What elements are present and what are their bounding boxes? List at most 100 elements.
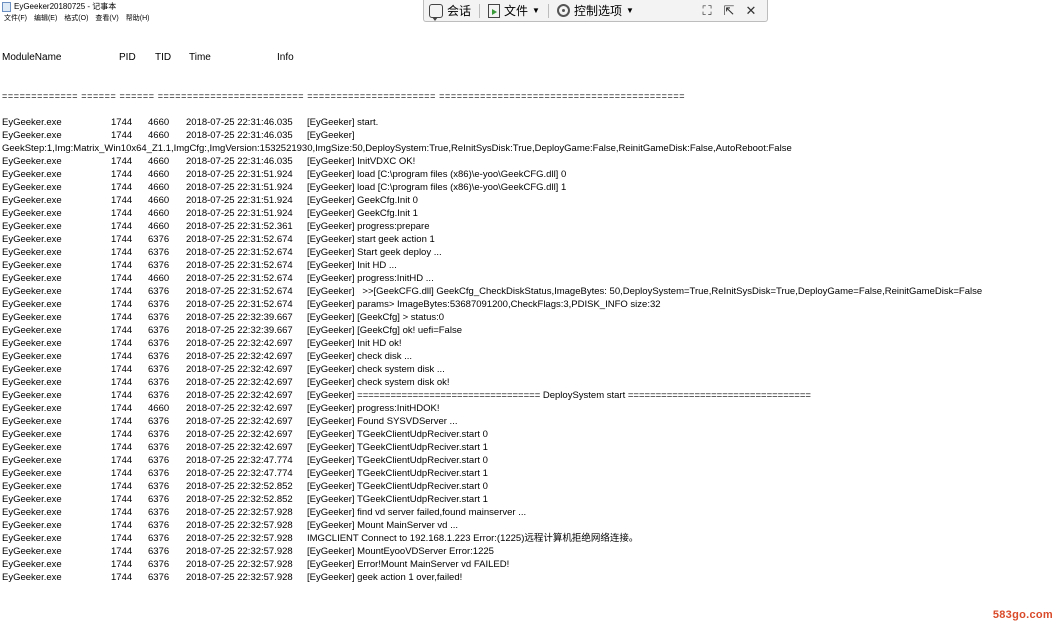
log-time: 2018-07-25 22:31:51.924 — [186, 195, 293, 206]
log-row: EyGeeker.exe 1744 6376 2018-07-25 22:32:57.… — [2, 545, 494, 558]
log-module: EyGeeker.exe — [2, 494, 62, 505]
toolbar-divider — [479, 3, 481, 18]
menu-edit[interactable]: 编辑(E) — [34, 13, 57, 25]
log-info: [EyGeeker] Error!Mount MainServer vd FAI… — [307, 559, 510, 570]
log-time: 2018-07-25 22:31:52.674 — [186, 234, 293, 245]
log-pid: 1744 — [111, 156, 133, 167]
log-pid: 1744 — [111, 234, 133, 245]
log-time: 2018-07-25 22:31:52.361 — [186, 221, 293, 232]
log-module: EyGeeker.exe — [2, 221, 62, 232]
log-info: [EyGeeker] TGeekClientUdpReciver.start 0 — [307, 455, 488, 466]
menu-bar: 文件(F) 编辑(E) 格式(O) 查看(V) 帮助(H) — [0, 13, 152, 25]
close-button[interactable]: ✕ — [741, 1, 761, 21]
log-info: [EyGeeker] load [C:\program files (x86)\… — [307, 182, 567, 193]
log-info: [EyGeeker] check disk ... — [307, 351, 413, 362]
log-row: EyGeeker.exe 1744 6376 2018-07-25 22:32:42.… — [2, 376, 450, 389]
log-module: EyGeeker.exe — [2, 130, 62, 141]
log-info: [EyGeeker] start. — [307, 117, 379, 128]
fit-screen-button[interactable]: ⛶ — [697, 1, 717, 21]
log-module: EyGeeker.exe — [2, 169, 62, 180]
log-row: EyGeeker.exe 1744 4660 2018-07-25 22:32:42.… — [2, 402, 440, 415]
log-time: 2018-07-25 22:32:57.928 — [186, 507, 293, 518]
notepad-text-area[interactable]: ModuleName PID TID Time Info ===========… — [2, 25, 982, 584]
menu-file[interactable]: 文件(F) — [4, 13, 27, 25]
log-info: [EyGeeker] MountEyooVDServer Error:1225 — [307, 546, 494, 557]
header-pid: PID — [119, 52, 136, 63]
log-time: 2018-07-25 22:32:39.667 — [186, 325, 293, 336]
menu-view[interactable]: 查看(V) — [95, 13, 118, 25]
log-time: 2018-07-25 22:32:57.928 — [186, 546, 293, 557]
log-tid: 6376 — [148, 299, 170, 310]
log-tid: 6376 — [148, 481, 170, 492]
chevron-down-icon: ▼ — [532, 6, 540, 15]
fit-screen-icon: ⛶ — [702, 2, 712, 18]
log-module: EyGeeker.exe — [2, 442, 62, 453]
log-info: [EyGeeker] progress:InitHD ... — [307, 273, 434, 284]
log-tid: 6376 — [148, 507, 170, 518]
log-module: EyGeeker.exe — [2, 208, 62, 219]
chat-label: 会话 — [447, 4, 472, 18]
log-pid: 1744 — [111, 299, 133, 310]
log-module: EyGeeker.exe — [2, 533, 62, 544]
log-pid: 1744 — [111, 325, 133, 336]
log-row: EyGeeker.exe 1744 6376 2018-07-25 22:32:42.… — [2, 363, 445, 376]
menu-help[interactable]: 帮助(H) — [126, 13, 150, 25]
log-module: EyGeeker.exe — [2, 468, 62, 479]
log-tid: 4660 — [148, 130, 170, 141]
file-menu-button[interactable]: 文件 ▼ — [483, 1, 545, 21]
log-row: EyGeeker.exe 1744 6376 2018-07-25 22:32:52.… — [2, 493, 488, 506]
log-tid: 4660 — [148, 195, 170, 206]
log-pid: 1744 — [111, 481, 133, 492]
log-time: 2018-07-25 22:32:57.928 — [186, 572, 293, 583]
log-time: 2018-07-25 22:32:57.928 — [186, 520, 293, 531]
log-module: EyGeeker.exe — [2, 364, 62, 375]
menu-format[interactable]: 格式(O) — [64, 13, 88, 25]
log-tid: 6376 — [148, 520, 170, 531]
log-tid: 4660 — [148, 182, 170, 193]
log-pid: 1744 — [111, 442, 133, 453]
log-row: EyGeeker.exe 1744 6376 2018-07-25 22:32:42.… — [2, 350, 412, 363]
log-module: EyGeeker.exe — [2, 572, 62, 583]
log-tid: 6376 — [148, 455, 170, 466]
close-icon: ✕ — [745, 2, 757, 18]
log-row: EyGeeker.exe 1744 6376 2018-07-25 22:32:47.… — [2, 467, 488, 480]
control-options-button[interactable]: 控制选项 ▼ — [552, 1, 639, 21]
log-tid: 6376 — [148, 325, 170, 336]
log-tid: 6376 — [148, 546, 170, 557]
log-info: [EyGeeker] TGeekClientUdpReciver.start 1 — [307, 468, 488, 479]
log-pid: 1744 — [111, 468, 133, 479]
log-module: EyGeeker.exe — [2, 481, 62, 492]
log-info: [EyGeeker] Start geek deploy ... — [307, 247, 442, 258]
log-tid: 6376 — [148, 559, 170, 570]
log-row: EyGeeker.exe 1744 6376 2018-07-25 22:32:47.… — [2, 454, 488, 467]
log-info: [EyGeeker] TGeekClientUdpReciver.start 1 — [307, 442, 488, 453]
log-pid: 1744 — [111, 273, 133, 284]
log-pid: 1744 — [111, 390, 133, 401]
pin-button[interactable]: ⇱ — [719, 1, 739, 21]
log-info: [EyGeeker] params> ImageBytes:5368709120… — [307, 299, 661, 310]
log-row: EyGeeker.exe 1744 6376 2018-07-25 22:31:52.… — [2, 285, 982, 298]
log-module: EyGeeker.exe — [2, 312, 62, 323]
log-time: 2018-07-25 22:31:52.674 — [186, 247, 293, 258]
log-tid: 6376 — [148, 533, 170, 544]
chat-button[interactable]: 会话 — [424, 1, 476, 21]
log-module: EyGeeker.exe — [2, 338, 62, 349]
log-info: [EyGeeker] Init HD ok! — [307, 338, 402, 349]
log-time: 2018-07-25 22:32:42.697 — [186, 416, 293, 427]
log-module: EyGeeker.exe — [2, 520, 62, 531]
log-module: EyGeeker.exe — [2, 507, 62, 518]
log-time: 2018-07-25 22:31:51.924 — [186, 182, 293, 193]
log-time: 2018-07-25 22:31:51.924 — [186, 208, 293, 219]
log-separator: ============= ====== ====== ============… — [2, 91, 686, 101]
log-pid: 1744 — [111, 559, 133, 570]
log-pid: 1744 — [111, 377, 133, 388]
log-pid: 1744 — [111, 195, 133, 206]
log-time: 2018-07-25 22:31:52.674 — [186, 299, 293, 310]
log-pid: 1744 — [111, 182, 133, 193]
pin-icon: ⇱ — [723, 2, 735, 18]
log-pid: 1744 — [111, 286, 133, 297]
header-info: Info — [277, 52, 294, 63]
log-pid: 1744 — [111, 117, 133, 128]
log-info: [EyGeeker] TGeekClientUdpReciver.start 1 — [307, 494, 488, 505]
log-time: 2018-07-25 22:32:47.774 — [186, 455, 293, 466]
